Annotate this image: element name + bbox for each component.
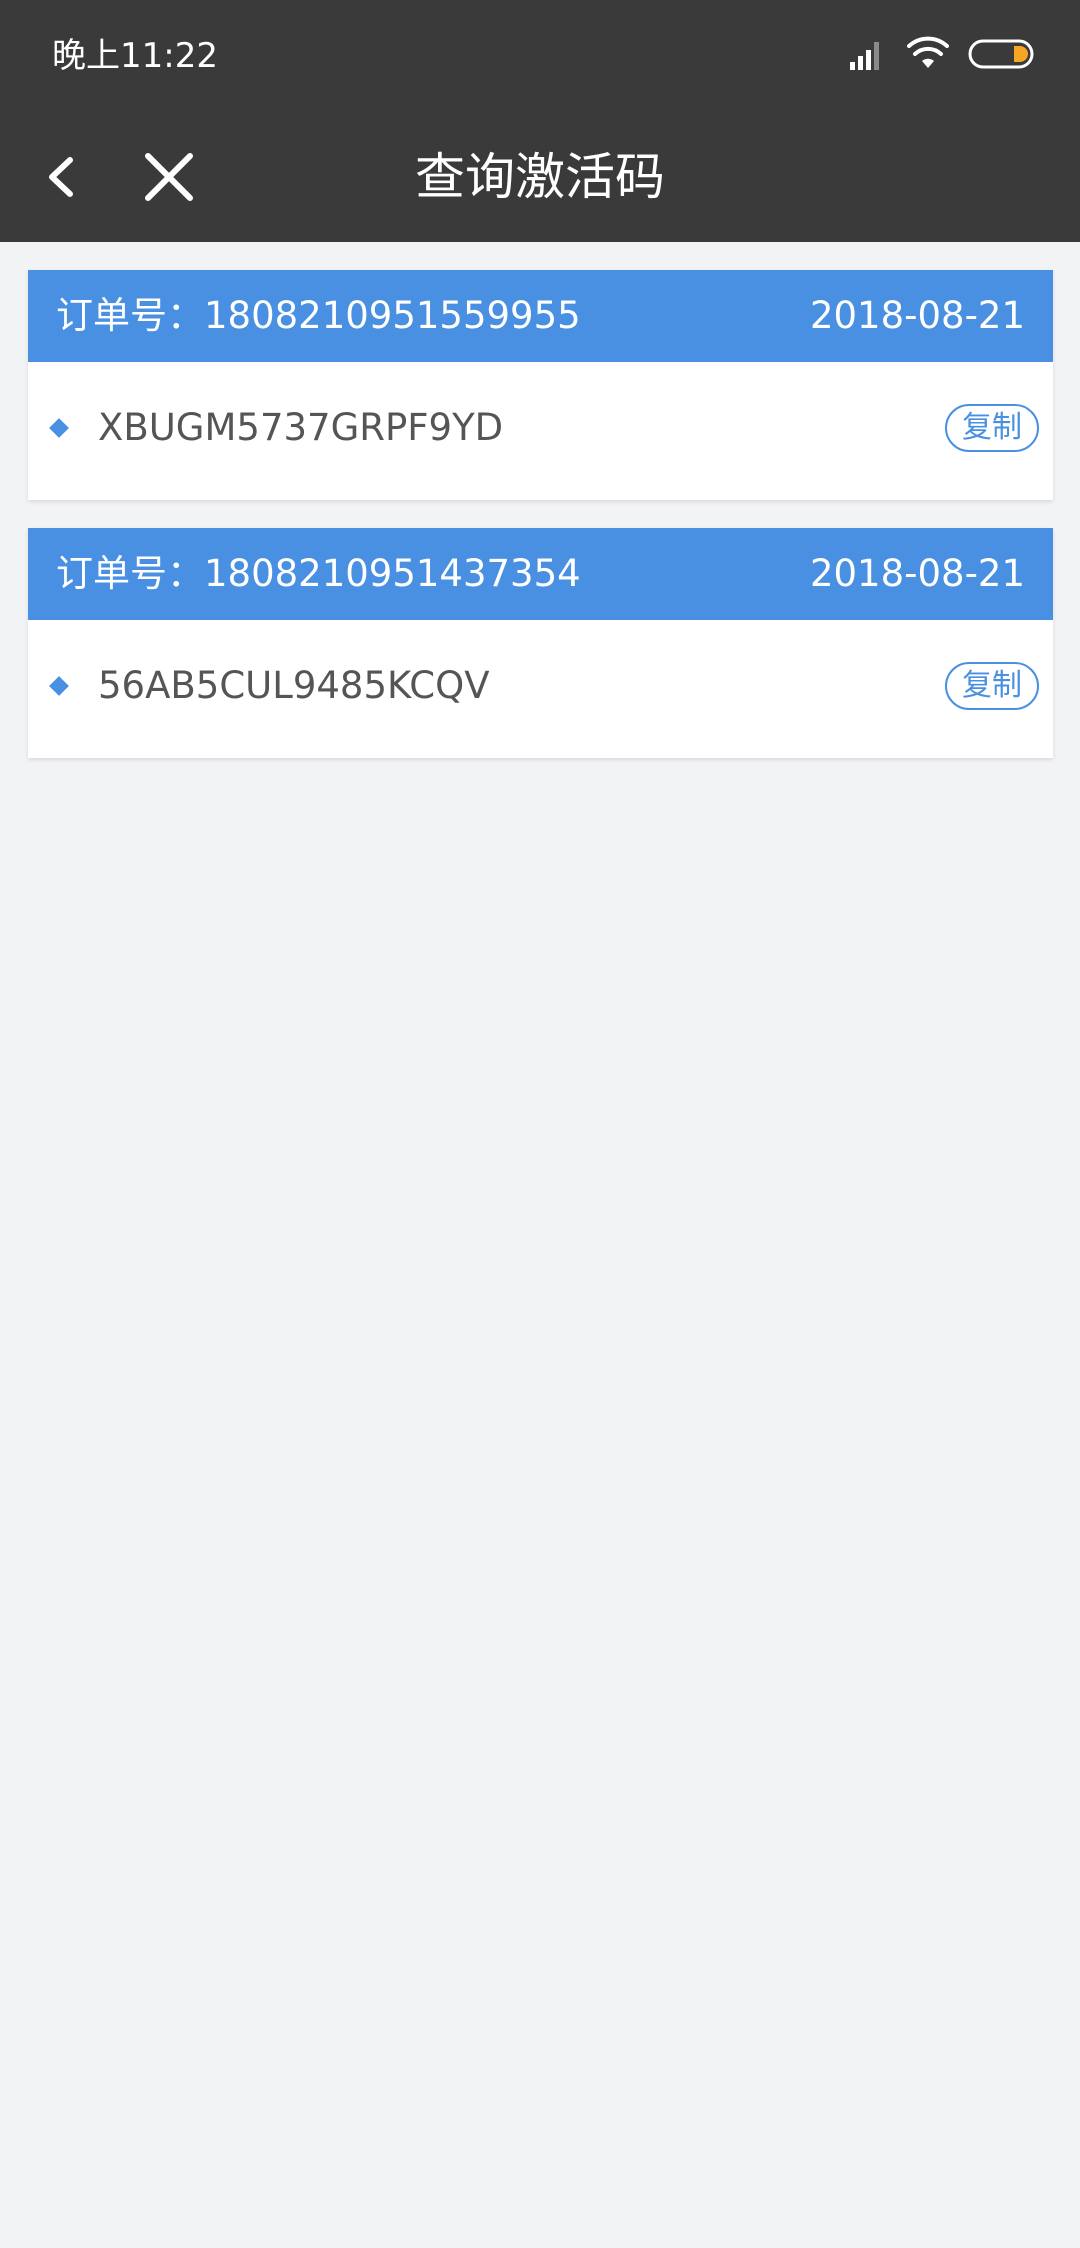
signal-icon — [850, 42, 879, 70]
order-card: 订单号：1808210951559955 2018-08-21 XBUGM573… — [28, 270, 1053, 500]
nav-bar: 查询激活码 — [0, 112, 1080, 242]
status-time: 晚上11:22 — [52, 36, 218, 76]
order-header: 订单号：1808210951559955 2018-08-21 — [28, 270, 1053, 362]
activation-code-row: 56AB5CUL9485KCQV 复制 — [28, 620, 1053, 758]
order-number: 订单号：1808210951437354 — [56, 552, 581, 595]
chevron-left-icon[interactable] — [30, 142, 92, 212]
order-date: 2018-08-21 — [809, 294, 1025, 337]
wifi-icon — [907, 36, 949, 68]
copy-button[interactable]: 复制 — [945, 404, 1039, 452]
diamond-bullet-icon — [49, 418, 69, 438]
close-icon[interactable] — [136, 142, 202, 212]
status-bar: 晚上11:22 — [0, 0, 1080, 112]
order-card: 订单号：1808210951437354 2018-08-21 56AB5CUL… — [28, 528, 1053, 758]
order-date: 2018-08-21 — [809, 552, 1025, 595]
copy-button[interactable]: 复制 — [945, 662, 1039, 710]
order-list: 订单号：1808210951559955 2018-08-21 XBUGM573… — [28, 270, 1053, 786]
order-number: 订单号：1808210951559955 — [56, 294, 581, 337]
activation-code: XBUGM5737GRPF9YD — [98, 406, 504, 449]
battery-icon — [968, 39, 1034, 69]
activation-code: 56AB5CUL9485KCQV — [98, 664, 490, 707]
app-header: 晚上11:22 查询激活码 — [0, 0, 1080, 242]
order-header: 订单号：1808210951437354 2018-08-21 — [28, 528, 1053, 620]
activation-code-row: XBUGM5737GRPF9YD 复制 — [28, 362, 1053, 500]
diamond-bullet-icon — [49, 676, 69, 696]
